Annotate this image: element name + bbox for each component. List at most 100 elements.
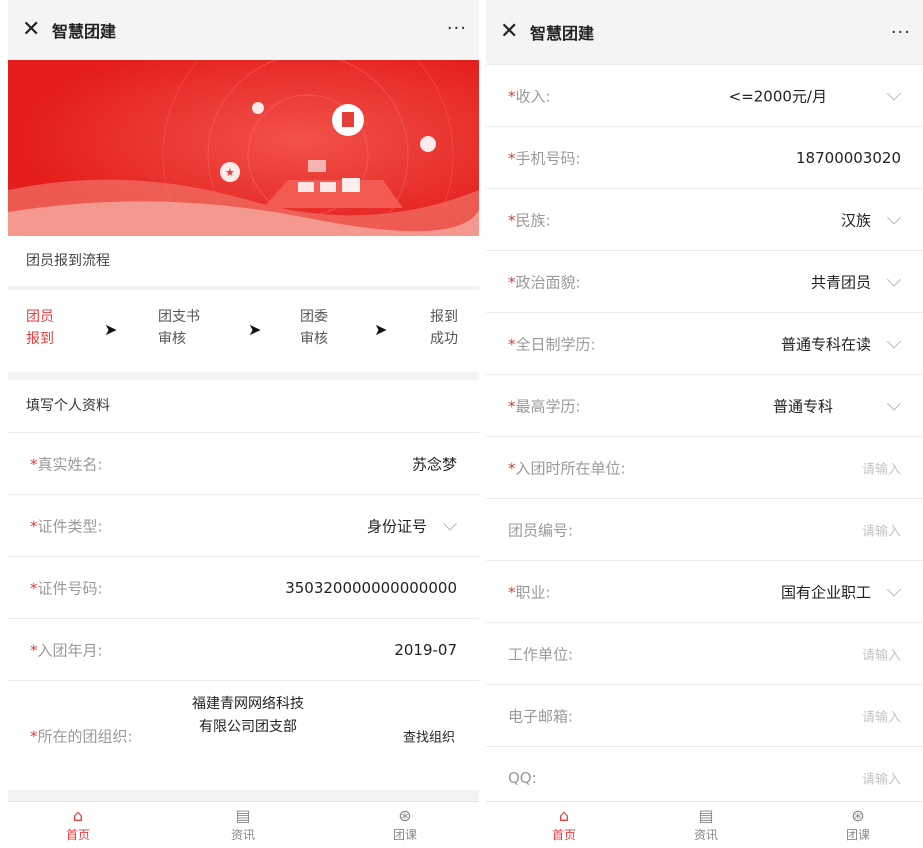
occupation-value[interactable]: 国有企业职工	[781, 581, 871, 602]
step-branch-review: 团支书 审核	[158, 306, 200, 350]
tab-course[interactable]: ⊛ 团课	[828, 806, 888, 843]
close-icon[interactable]: ✕	[500, 21, 524, 43]
chevron-down-icon[interactable]	[886, 85, 902, 101]
news-icon: ▤	[235, 806, 251, 825]
political-select[interactable]: *政治面貌: 共青团员	[486, 250, 923, 312]
tab-news[interactable]: ▤ 资讯	[676, 806, 736, 843]
member-no-input[interactable]: 请输入	[862, 520, 901, 539]
field-label: *真实姓名:	[30, 455, 103, 473]
field-label: 团员编号:	[508, 521, 574, 539]
app-title: 智慧团建	[530, 24, 595, 43]
ethnicity-select[interactable]: *民族: 汉族	[486, 188, 923, 250]
tab-course[interactable]: ⊛ 团课	[375, 806, 435, 843]
email-input[interactable]: 请输入	[862, 706, 901, 725]
field-label: *收入:	[508, 87, 551, 105]
field-label: QQ:	[508, 768, 537, 787]
step-label: 团委	[300, 309, 328, 325]
banner-image: ★	[8, 60, 479, 236]
join-unit-field[interactable]: *入团时所在单位: 请输入	[486, 436, 923, 498]
course-icon: ⊛	[851, 806, 865, 825]
work-unit-input[interactable]: 请输入	[862, 644, 901, 663]
chevron-down-icon[interactable]	[886, 581, 902, 597]
fulltime-edu-select[interactable]: *全日制学历: 普通专科在读	[486, 312, 923, 374]
id-type-value[interactable]: 身份证号	[367, 515, 427, 536]
step-register: 团员 报到	[26, 306, 54, 350]
name-field[interactable]: *真实姓名: 苏念梦	[8, 432, 479, 494]
more-button[interactable]: ···	[447, 18, 467, 39]
right-screen: ✕ 智慧团建 ··· *收入: <=2000元/月 *手机号码: 1870000…	[486, 0, 923, 848]
step-label: 审核	[158, 331, 186, 347]
banner-illustration: ★	[8, 60, 479, 236]
qq-field[interactable]: QQ: 请输入	[486, 746, 923, 808]
income-value[interactable]: <=2000元/月	[729, 85, 827, 106]
step-committee-review: 团委 审核	[300, 306, 328, 350]
svg-text:★: ★	[225, 166, 235, 179]
tab-label: 首页	[551, 828, 576, 842]
chevron-down-icon[interactable]	[886, 209, 902, 225]
process-steps: 团员 报到 ➤ 团支书 审核 ➤ 团委 审核 ➤ 报到 成功	[8, 290, 479, 372]
tab-label: 团课	[845, 828, 870, 842]
top-bar: ✕ 智慧团建 ···	[8, 0, 479, 60]
arrow-icon: ➤	[374, 320, 388, 339]
phone-field[interactable]: *手机号码: 18700003020	[486, 126, 923, 188]
id-number-field[interactable]: *证件号码: 350320000000000000	[8, 556, 479, 618]
course-icon: ⊛	[398, 806, 412, 825]
join-date-value[interactable]: 2019-07	[394, 641, 457, 659]
step-label: 团支书	[158, 309, 200, 325]
email-field[interactable]: 电子邮箱: 请输入	[486, 684, 923, 746]
highest-edu-value[interactable]: 普通专科	[773, 395, 833, 416]
id-number-value[interactable]: 350320000000000000	[285, 579, 457, 597]
left-screen: ✕ 智慧团建 ··· ★ 团员报到流程 团员 报到 ➤ 团支书 审核 ➤ 团委 …	[8, 0, 479, 848]
join-date-field[interactable]: *入团年月: 2019-07	[8, 618, 479, 680]
chevron-down-icon[interactable]	[886, 271, 902, 287]
tab-label: 首页	[65, 828, 90, 842]
field-label: *入团时所在单位:	[508, 459, 626, 477]
phone-value[interactable]: 18700003020	[796, 149, 901, 167]
occupation-select[interactable]: *职业: 国有企业职工	[486, 560, 923, 622]
fulltime-edu-value[interactable]: 普通专科在读	[781, 333, 871, 354]
tab-home[interactable]: ⌂ 首页	[48, 806, 108, 843]
chevron-down-icon[interactable]	[886, 333, 902, 349]
chevron-down-icon[interactable]	[442, 515, 458, 531]
form-title: 填写个人资料	[8, 380, 479, 432]
tab-news[interactable]: ▤ 资讯	[213, 806, 273, 843]
field-label: *全日制学历:	[508, 335, 596, 353]
field-label: *手机号码:	[508, 149, 581, 167]
arrow-icon: ➤	[248, 320, 262, 339]
process-title: 团员报到流程	[8, 236, 479, 286]
qq-input[interactable]: 请输入	[862, 768, 901, 787]
ethnicity-value[interactable]: 汉族	[841, 209, 871, 230]
org-value: 福建青网网络科技有限公司团支部	[192, 696, 304, 735]
news-icon: ▤	[698, 806, 714, 825]
tab-label: 团课	[392, 828, 417, 842]
field-label: *所在的团组织:	[30, 727, 133, 745]
field-label: *职业:	[508, 583, 551, 601]
highest-edu-select[interactable]: *最高学历: 普通专科	[486, 374, 923, 436]
field-label: 电子邮箱:	[508, 707, 574, 725]
political-value[interactable]: 共青团员	[811, 271, 871, 292]
field-label: *最高学历:	[508, 397, 581, 415]
member-no-field[interactable]: 团员编号: 请输入	[486, 498, 923, 560]
tab-label: 资讯	[693, 828, 718, 842]
step-label: 报到	[26, 331, 54, 347]
income-select[interactable]: *收入: <=2000元/月	[486, 64, 923, 126]
name-value[interactable]: 苏念梦	[412, 453, 457, 474]
id-type-select[interactable]: *证件类型: 身份证号	[8, 494, 479, 556]
app-title: 智慧团建	[52, 22, 117, 41]
tab-label: 资讯	[230, 828, 255, 842]
step-label: 成功	[430, 331, 458, 347]
tab-bar: ⌂ 首页 ▤ 资讯 ⊛ 团课	[486, 801, 923, 848]
tab-home[interactable]: ⌂ 首页	[534, 806, 594, 843]
chevron-down-icon[interactable]	[886, 395, 902, 411]
field-label: *政治面貌:	[508, 273, 581, 291]
field-label: 工作单位:	[508, 645, 574, 663]
field-label: *证件号码:	[30, 579, 103, 597]
close-icon[interactable]: ✕	[22, 19, 46, 41]
join-unit-input[interactable]: 请输入	[862, 458, 901, 477]
step-label: 团员	[26, 309, 54, 325]
more-button[interactable]: ···	[891, 22, 911, 43]
work-unit-field[interactable]: 工作单位: 请输入	[486, 622, 923, 684]
arrow-icon: ➤	[104, 320, 118, 339]
find-org-button[interactable]: 查找组织	[403, 726, 455, 745]
home-icon: ⌂	[558, 806, 570, 825]
